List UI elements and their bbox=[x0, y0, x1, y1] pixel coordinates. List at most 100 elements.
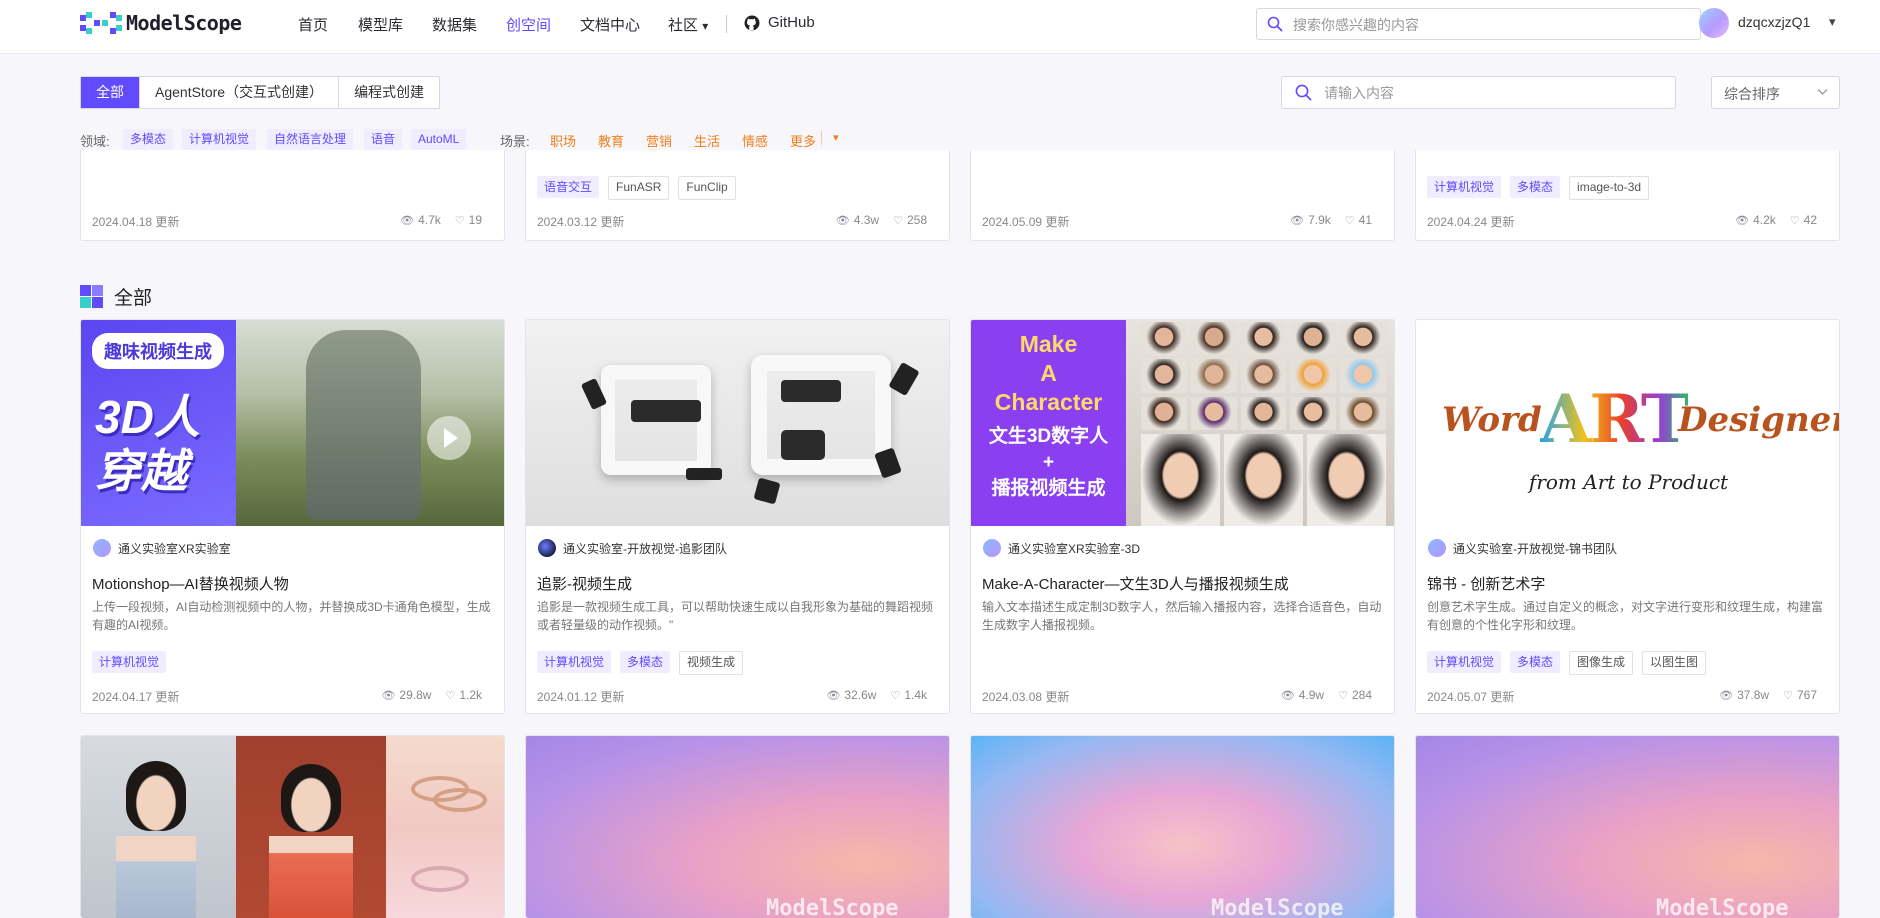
card-tag[interactable]: 多模态 bbox=[1510, 651, 1561, 673]
card-tag[interactable]: 视频生成 bbox=[679, 651, 744, 675]
studio-search-input[interactable] bbox=[1322, 82, 1666, 104]
card-tag[interactable]: FunASR bbox=[608, 176, 670, 200]
heart-icon: ♡ bbox=[1338, 689, 1348, 702]
studio-card-partial[interactable]: ModelScope bbox=[970, 735, 1395, 918]
studio-card-partial[interactable]: ModelScope bbox=[1415, 735, 1840, 918]
chevron-down-icon: ▾ bbox=[702, 19, 709, 33]
card-likes: 19 bbox=[468, 213, 482, 227]
card-tag[interactable]: 多模态 bbox=[1510, 176, 1561, 198]
card-thumbnail: Word ART Designer from Art to Product bbox=[1416, 320, 1839, 526]
card-tag[interactable]: 多模态 bbox=[620, 651, 671, 673]
card-tag[interactable]: 计算机视觉 bbox=[537, 651, 612, 673]
domain-tag-nlp[interactable]: 自然语言处理 bbox=[267, 129, 354, 150]
thumb-line-character: Character bbox=[994, 389, 1103, 415]
studio-card-partial[interactable]: 2024.04.18 更新 👁 4.7k ♡ 19 bbox=[80, 150, 505, 241]
card-stats: 👁 29.8w ♡ 1.2k bbox=[381, 688, 482, 702]
card-tag[interactable]: 图像生成 bbox=[1569, 651, 1634, 675]
thumb-subtitle: from Art to Product bbox=[1528, 470, 1729, 494]
global-search-field[interactable] bbox=[1256, 8, 1701, 40]
section-heading: 全部 bbox=[80, 283, 152, 310]
card-views: 4.7k bbox=[418, 213, 441, 227]
play-icon[interactable] bbox=[427, 416, 471, 460]
studio-card[interactable]: 趣味视频生成 3D人 穿越 通义实验室XR实验室 Motionshop—AI替换… bbox=[80, 319, 505, 714]
global-search-input[interactable] bbox=[1291, 14, 1690, 36]
user-menu-chevron-icon[interactable]: ▾ bbox=[1829, 14, 1836, 30]
chevron-down-icon bbox=[1817, 89, 1828, 95]
card-title[interactable]: Motionshop—AI替换视频人物 bbox=[92, 573, 289, 594]
card-tag[interactable]: 语音交互 bbox=[537, 176, 600, 198]
card-description: 创意艺术字生成。通过自定义的概念，对文字进行变形和纹理生成，构建富有创意的个性化… bbox=[1427, 600, 1824, 632]
tab-agentstore[interactable]: AgentStore（交互式创建） bbox=[140, 77, 340, 108]
scene-tag-workplace[interactable]: 职场 bbox=[550, 131, 576, 150]
studio-card-partial[interactable] bbox=[80, 735, 505, 918]
nav-community[interactable]: 社区 ▾ bbox=[668, 14, 708, 35]
nav-models[interactable]: 模型库 bbox=[358, 14, 403, 35]
modelscope-logo[interactable]: ModelScope bbox=[80, 11, 242, 35]
card-likes: 284 bbox=[1351, 688, 1372, 702]
card-tag[interactable]: 以图生图 bbox=[1642, 651, 1707, 675]
card-tag[interactable]: 计算机视觉 bbox=[1427, 176, 1502, 198]
card-title[interactable]: Make-A-Character—文生3D人与播报视频生成 bbox=[982, 573, 1289, 594]
studio-card[interactable]: Word ART Designer from Art to Product 通义… bbox=[1415, 319, 1840, 714]
eye-icon: 👁 bbox=[826, 689, 841, 702]
card-org[interactable]: 通义实验室-开放视觉-追影团队 bbox=[538, 539, 727, 557]
github-icon bbox=[744, 15, 760, 30]
domain-tag-multimodal[interactable]: 多模态 bbox=[123, 129, 174, 150]
create-type-tabs: 全部 AgentStore（交互式创建） 编程式创建 bbox=[80, 76, 441, 109]
card-likes: 42 bbox=[1803, 213, 1817, 227]
studio-card[interactable]: 通义实验室-开放视觉-追影团队 追影-视频生成 追影是一款视频生成工具，可以帮助… bbox=[525, 319, 950, 714]
domain-tag-audio[interactable]: 语音 bbox=[364, 129, 403, 150]
thumb-art: ART bbox=[1540, 380, 1690, 458]
card-title[interactable]: 追影-视频生成 bbox=[537, 573, 632, 594]
card-org[interactable]: 通义实验室-开放视觉-锦书团队 bbox=[1428, 539, 1617, 557]
scene-tag-marketing[interactable]: 营销 bbox=[646, 131, 672, 150]
card-org[interactable]: 通义实验室XR实验室 bbox=[93, 539, 231, 557]
card-tags: 计算机视觉 bbox=[92, 651, 175, 673]
card-stats: 👁 4.2k ♡ 42 bbox=[1735, 213, 1817, 227]
card-tag[interactable]: 计算机视觉 bbox=[92, 651, 167, 673]
studio-card-partial[interactable]: 2024.05.09 更新 👁 7.9k ♡ 41 bbox=[970, 150, 1395, 241]
scene-tag-emotion[interactable]: 情感 bbox=[742, 131, 768, 150]
card-stats: 👁 4.3w ♡ 258 bbox=[836, 213, 927, 227]
card-views: 4.2k bbox=[1753, 213, 1776, 227]
card-description: 上传一段视频，AI自动检测视频中的人物，并替换成3D卡通角色模型，生成有趣的AI… bbox=[92, 600, 491, 632]
eye-icon: 👁 bbox=[1280, 689, 1295, 702]
sort-select[interactable]: 综合排序 bbox=[1711, 76, 1840, 109]
eye-icon: 👁 bbox=[400, 214, 415, 227]
card-date: 2024.01.12 更新 bbox=[537, 690, 625, 704]
eye-icon: 👁 bbox=[1719, 689, 1734, 702]
domain-tag-automl[interactable]: AutoML bbox=[411, 129, 467, 150]
studio-search-field[interactable] bbox=[1281, 76, 1676, 109]
scene-more-chevron-icon[interactable]: ▾ bbox=[833, 131, 839, 144]
tab-programmatic[interactable]: 编程式创建 bbox=[339, 77, 439, 108]
scene-tag-life[interactable]: 生活 bbox=[694, 131, 720, 150]
studio-card-partial[interactable]: ModelScope bbox=[525, 735, 950, 918]
card-tag[interactable]: image-to-3d bbox=[1569, 176, 1650, 200]
modelscope-logo-icon bbox=[80, 12, 122, 34]
scene-tag-more[interactable]: 更多 bbox=[790, 131, 816, 150]
card-title[interactable]: 锦书 - 创新艺术字 bbox=[1427, 573, 1545, 594]
nav-github[interactable]: GitHub bbox=[744, 14, 815, 31]
tab-all[interactable]: 全部 bbox=[81, 77, 140, 108]
thumb-cn-line1: 文生3D数字人 bbox=[988, 426, 1109, 447]
nav-home[interactable]: 首页 bbox=[298, 14, 328, 35]
card-date: 2024.03.12 更新 bbox=[537, 215, 625, 229]
scene-tag-education[interactable]: 教育 bbox=[598, 131, 624, 150]
heart-icon: ♡ bbox=[1789, 214, 1800, 227]
card-org[interactable]: 通义实验室XR实验室-3D bbox=[983, 539, 1140, 557]
nav-datasets[interactable]: 数据集 bbox=[432, 14, 477, 35]
domain-label: 领域: bbox=[80, 134, 110, 149]
card-tag[interactable]: FunClip bbox=[678, 176, 736, 200]
thumb-headline: 3D人 穿越 bbox=[95, 391, 200, 497]
domain-tag-cv[interactable]: 计算机视觉 bbox=[182, 129, 257, 150]
studio-card-partial[interactable]: 语音交互 FunASR FunClip 2024.03.12 更新 👁 4.3w … bbox=[525, 150, 950, 241]
username[interactable]: dzqcxzjzQ1 bbox=[1738, 14, 1810, 30]
user-avatar[interactable] bbox=[1699, 8, 1729, 38]
nav-studios[interactable]: 创空间 bbox=[506, 14, 551, 35]
card-tag[interactable]: 计算机视觉 bbox=[1427, 651, 1502, 673]
heart-icon: ♡ bbox=[1344, 214, 1355, 227]
studio-card-partial[interactable]: 计算机视觉 多模态 image-to-3d 2024.04.24 更新 👁 4.2… bbox=[1415, 150, 1840, 241]
studio-card[interactable]: Make A Character 文生3D数字人 + 播报视频生成 通义实验室X… bbox=[970, 319, 1395, 714]
nav-docs[interactable]: 文档中心 bbox=[580, 14, 640, 35]
card-tags: 语音交互 FunASR FunClip bbox=[537, 176, 745, 200]
